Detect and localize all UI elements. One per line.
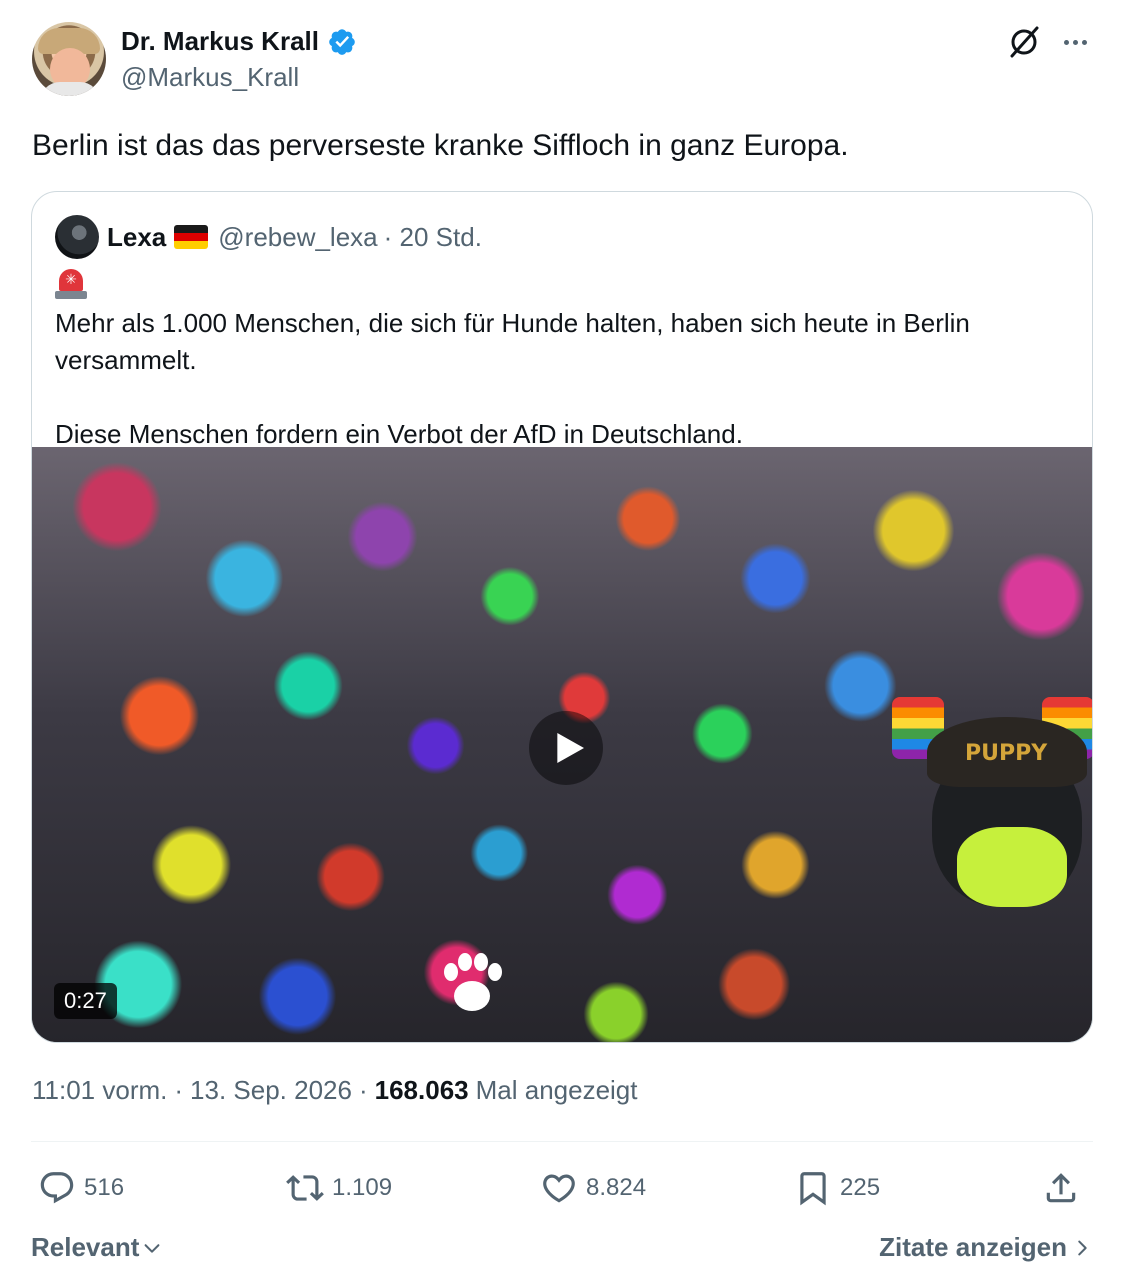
cap-text: PUPPY	[965, 741, 1048, 766]
reply-icon	[40, 1172, 74, 1204]
sort-label: Relevant	[31, 1232, 140, 1262]
like-icon	[543, 1174, 575, 1203]
paw-toe	[488, 963, 502, 981]
author-display-name[interactable]: Dr. Markus Krall	[121, 26, 319, 57]
repost-icon	[286, 1175, 324, 1201]
more-icon[interactable]	[1058, 30, 1092, 54]
tweet-date[interactable]: 13. Sep. 2026	[190, 1075, 352, 1106]
author-handle[interactable]: @Markus_Krall	[121, 62, 299, 93]
author-avatar[interactable]	[32, 22, 106, 96]
quoted-text-paragraph: ✳	[55, 268, 1065, 305]
share-button[interactable]	[1042, 1165, 1080, 1211]
play-icon	[557, 733, 584, 763]
quoted-tweet-text: ✳ Mehr als 1.000 Menschen, die sich für …	[55, 268, 1065, 453]
share-icon	[1046, 1173, 1076, 1203]
avatar-shirt	[40, 82, 100, 96]
sort-relevant-dropdown[interactable]: Relevant	[31, 1232, 163, 1263]
grok-icon[interactable]	[1006, 24, 1042, 60]
quoted-author-avatar[interactable]	[55, 215, 99, 259]
tweet-meta: 11:01 vorm. · 13. Sep. 2026 · 168.063 Ma…	[32, 1075, 638, 1106]
quotes-label: Zitate anzeigen	[879, 1232, 1067, 1262]
bookmark-count: 225	[840, 1174, 881, 1201]
quoted-text-line1: Mehr als 1.000 Menschen, die sich für Hu…	[55, 308, 970, 375]
meta-separator: ·	[358, 1075, 368, 1105]
meta-separator: ·	[174, 1075, 184, 1105]
views-label: Mal angezeigt	[475, 1075, 638, 1105]
chevron-right-icon	[1078, 1240, 1087, 1255]
tweet-time[interactable]: 11:01 vorm.	[32, 1075, 167, 1106]
quoted-tweet-card[interactable]: Lexa @rebew_lexa · 20 Std. ✳ Mehr als 1.…	[31, 191, 1093, 1043]
reply-count: 516	[84, 1174, 125, 1201]
tweet-text: Berlin ist das das perverseste kranke Si…	[32, 129, 849, 162]
puppy-cap: PUPPY	[927, 717, 1087, 787]
siren-star: ✳	[65, 271, 77, 287]
germany-flag-icon	[91, 274, 125, 298]
divider	[31, 1141, 1093, 1142]
germany-flag-icon	[174, 225, 209, 249]
play-button[interactable]	[529, 711, 603, 785]
bookmark-button[interactable]: 225	[794, 1165, 880, 1211]
more-dot	[1063, 39, 1069, 45]
paw-toe	[458, 953, 472, 971]
repost-button[interactable]: 1.109	[286, 1165, 392, 1211]
repost-count: 1.109	[332, 1174, 393, 1201]
neon-mask	[957, 827, 1067, 907]
video-player[interactable]: PUPPY 0:27	[32, 447, 1092, 1042]
quoted-tweet-time[interactable]: · 20 Std.	[384, 222, 482, 253]
author-name-row: Dr. Markus Krall	[121, 26, 357, 57]
view-quotes-link[interactable]: Zitate anzeigen	[879, 1232, 1093, 1263]
paw-toe	[474, 953, 488, 971]
quoted-author-name[interactable]: Lexa	[107, 222, 166, 253]
siren-icon: ✳	[55, 269, 87, 299]
more-dot	[1081, 39, 1087, 45]
like-count: 8.824	[586, 1174, 647, 1201]
reply-button[interactable]: 516	[38, 1165, 124, 1211]
more-dot	[1072, 39, 1078, 45]
paw-pad	[454, 981, 490, 1011]
verified-badge-icon[interactable]	[327, 27, 357, 57]
paw-print-icon	[432, 947, 512, 1027]
chevron-down-icon	[144, 1243, 160, 1253]
views-count: 168.063	[374, 1075, 469, 1105]
quoted-author-handle[interactable]: @rebew_lexa	[218, 222, 377, 253]
tweet-header: Dr. Markus Krall @Markus_Krall	[32, 22, 1094, 102]
paw-toe	[444, 963, 458, 981]
quoted-tweet-header: Lexa @rebew_lexa · 20 Std.	[55, 214, 482, 260]
action-bar: 516 1.109 8.824 225	[30, 1165, 1094, 1211]
bookmark-icon	[800, 1172, 826, 1206]
like-button[interactable]: 8.824	[540, 1165, 646, 1211]
siren-base	[55, 291, 87, 299]
video-duration: 0:27	[54, 983, 117, 1019]
tweet-footer: Relevant Zitate anzeigen	[31, 1228, 1093, 1268]
